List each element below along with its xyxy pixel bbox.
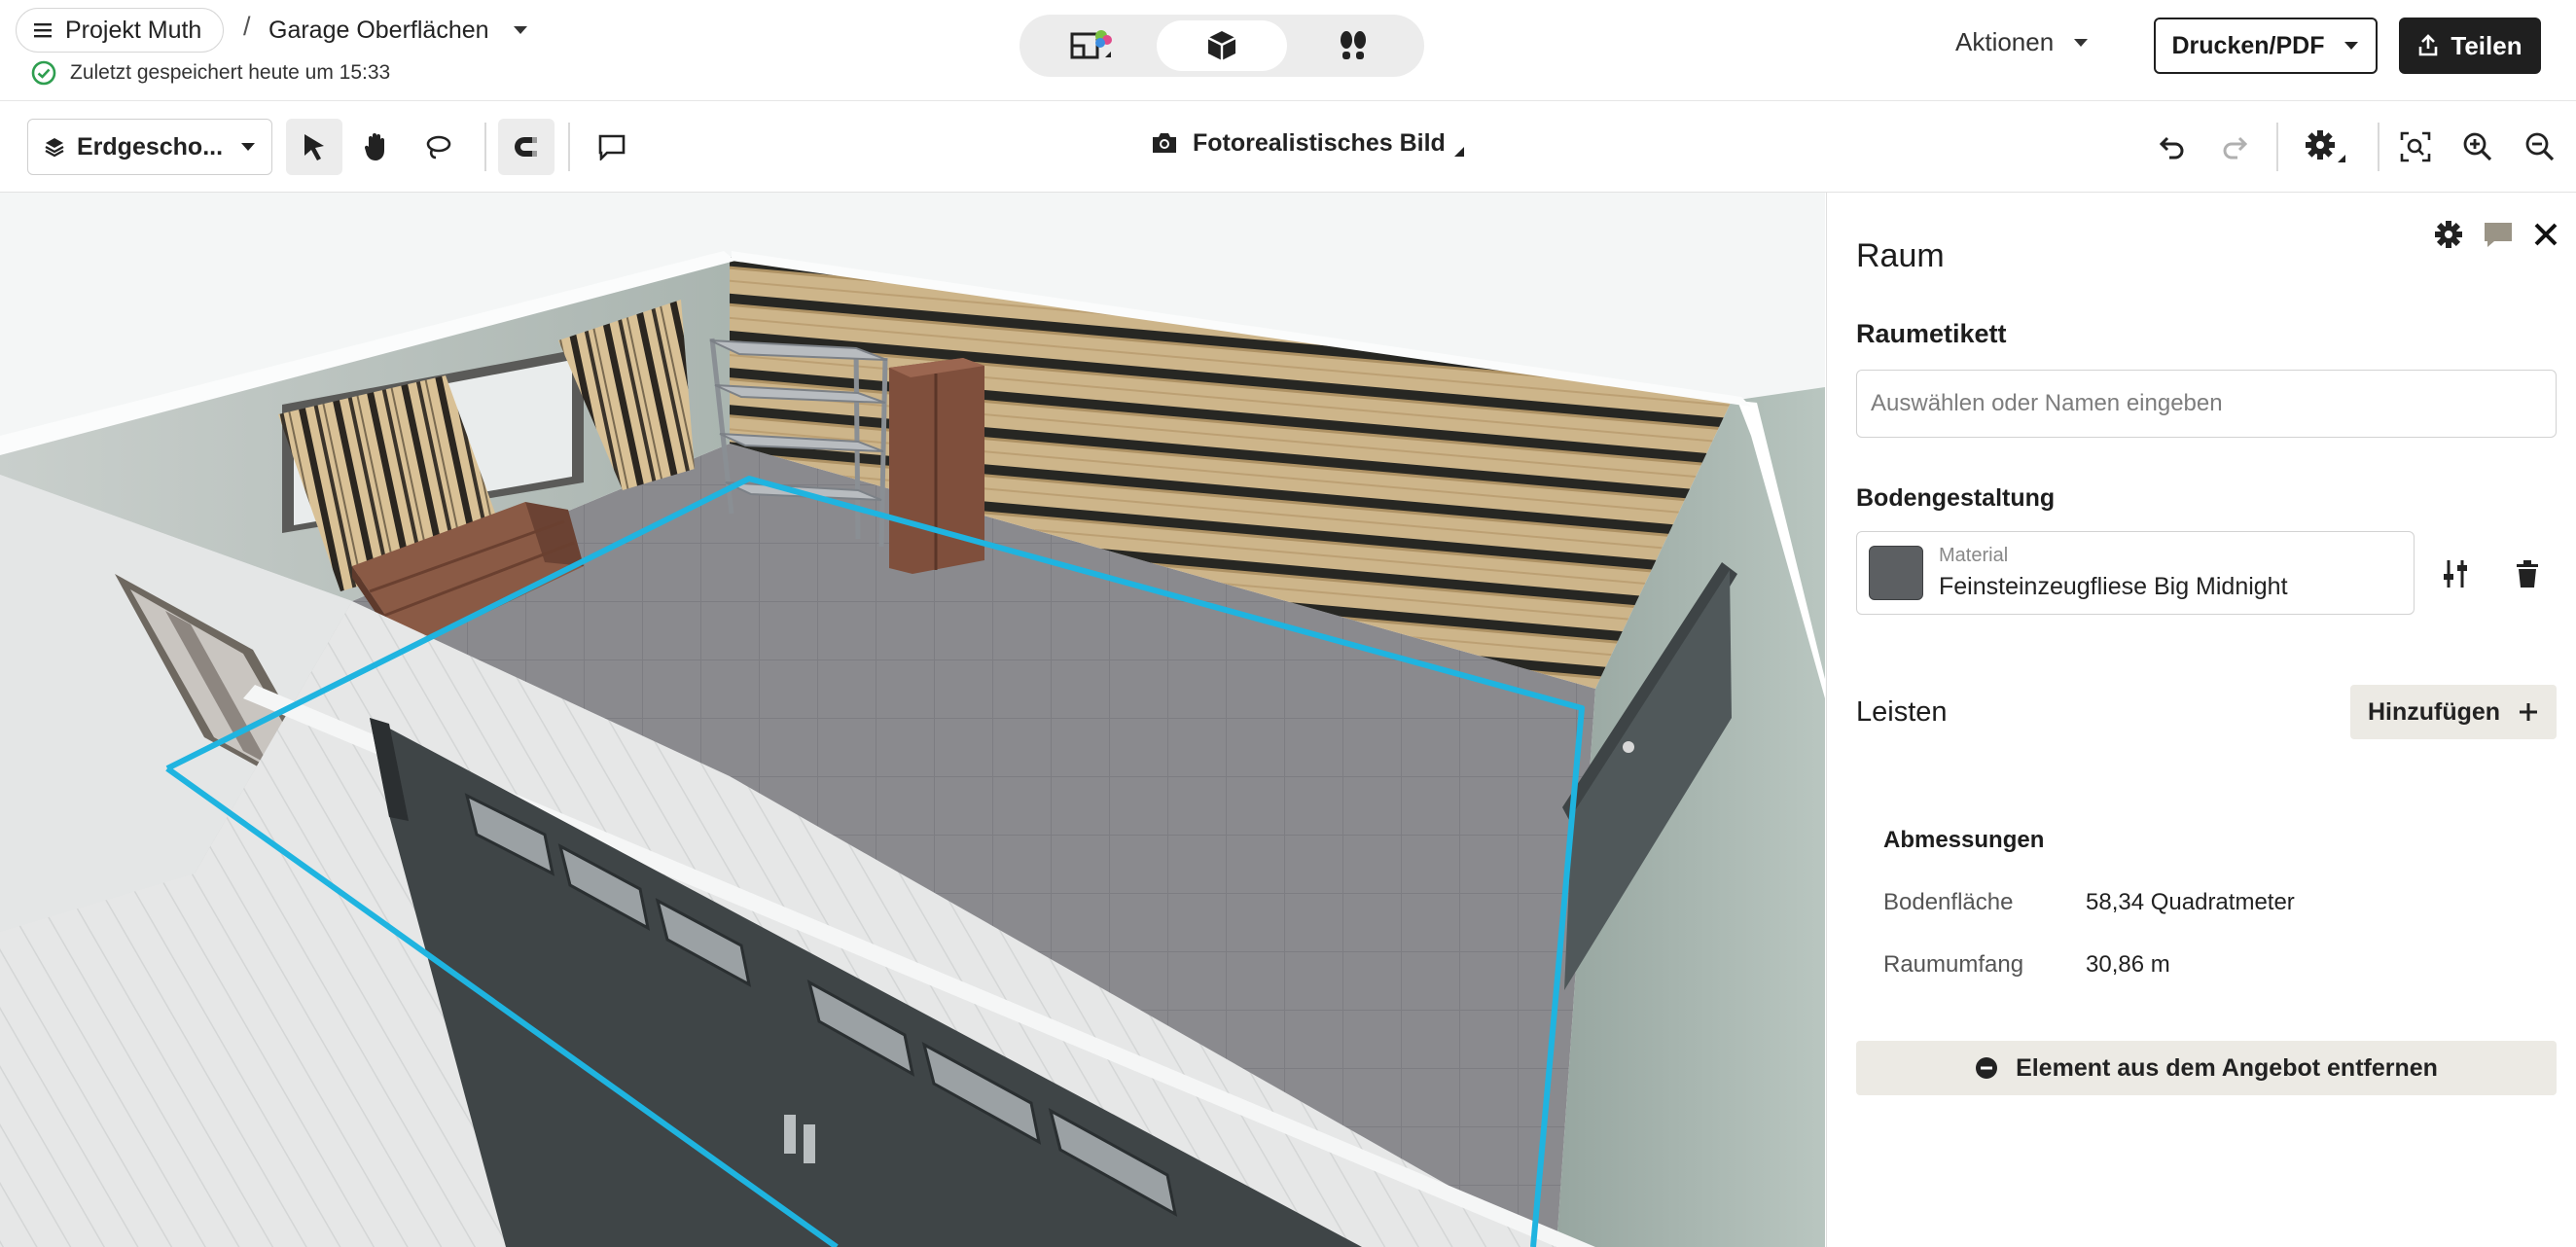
select-tool[interactable] <box>286 119 342 175</box>
material-swatch <box>1869 546 1923 600</box>
dimension-key: Bodenfläche <box>1883 889 2014 915</box>
material-value: Feinsteinzeugfliese Big Midnight <box>1939 573 2288 600</box>
comment-icon <box>598 134 626 160</box>
remove-from-quote-button[interactable]: Element aus dem Angebot entfernen <box>1856 1041 2557 1095</box>
settings-gear-icon[interactable] <box>2434 220 2463 249</box>
3d-box-icon <box>1207 31 1236 60</box>
view-walkthrough-button[interactable] <box>1287 20 1418 71</box>
toolbar-divider <box>2378 123 2379 171</box>
print-pdf-button[interactable]: Drucken/PDF <box>2154 18 2378 74</box>
dimension-value: 58,34 Quadratmeter <box>2086 889 2295 915</box>
snap-magnet-icon <box>515 137 537 157</box>
room-tag-heading: Raumetikett <box>1856 319 2007 348</box>
chevron-down-icon <box>2344 42 2359 50</box>
top-header: Projekt Muth / Garage Oberflächen Zuletz… <box>0 0 2576 101</box>
zoom-out-button[interactable] <box>2516 123 2564 171</box>
photorealistic-image-button[interactable]: Fotorealistisches Bild <box>1150 128 1465 158</box>
trash-icon <box>2517 560 2538 588</box>
plan-name: Garage Oberflächen <box>268 16 489 44</box>
remove-from-quote-label: Element aus dem Angebot entfernen <box>2016 1053 2438 1082</box>
breadcrumb-separator: / <box>243 12 251 41</box>
editor-toolbar: Erdgescho... Fotorealistisches Bild <box>0 101 2576 193</box>
material-label: Material <box>1939 545 2009 566</box>
share-button[interactable]: Teilen <box>2399 18 2541 74</box>
add-label: Hinzufügen <box>2367 697 2501 726</box>
pan-hand-icon <box>364 133 384 160</box>
plan-name-dropdown[interactable]: Garage Oberflächen <box>268 8 528 53</box>
toolbar-divider <box>568 123 570 171</box>
dimensions-heading: Abmessungen <box>1883 827 2045 853</box>
close-icon[interactable] <box>2533 222 2558 247</box>
corner-arrow-icon <box>1453 147 1464 157</box>
room-properties-panel: Raum Raumetikett Bodengestaltung Materia… <box>1826 193 2576 1247</box>
floor-design-heading: Bodengestaltung <box>1856 484 2056 512</box>
share-label: Teilen <box>2451 30 2522 60</box>
view-mode-switch <box>1020 15 1424 77</box>
pan-tool[interactable] <box>348 119 405 175</box>
redo-icon <box>2223 136 2248 160</box>
material-text: Material Feinsteinzeugfliese Big Midnigh… <box>1939 545 2288 601</box>
print-pdf-label: Drucken/PDF <box>2171 31 2325 59</box>
toolbar-divider <box>484 123 486 171</box>
hamburger-icon <box>34 23 52 38</box>
settings-gear-icon <box>2306 130 2345 162</box>
zoom-in-icon <box>2463 132 2492 161</box>
camera-icon <box>1153 133 1176 153</box>
dimension-key: Raumumfang <box>1883 951 2024 978</box>
sliders-icon <box>2444 560 2467 588</box>
share-upload-icon <box>2419 34 2438 56</box>
orbit-lasso-icon <box>426 135 451 160</box>
floorplan-2d-icon <box>1070 30 1113 59</box>
material-delete-button[interactable] <box>2506 552 2549 595</box>
save-status-text: Zuletzt gespeichert heute um 15:33 <box>70 61 391 84</box>
toolbar-divider <box>2276 123 2278 171</box>
dimension-row-floor-area: Bodenfläche 58,34 Quadratmeter <box>1883 889 2295 916</box>
view-2d-button[interactable] <box>1025 20 1157 71</box>
add-skirting-button[interactable]: Hinzufügen <box>2350 685 2557 739</box>
project-name: Projekt Muth <box>65 16 202 44</box>
floor-material-selector[interactable]: Material Feinsteinzeugfliese Big Midnigh… <box>1856 531 2415 615</box>
app-root: Projekt Muth / Garage Oberflächen Zuletz… <box>0 0 2576 1247</box>
chevron-down-icon <box>241 143 255 151</box>
comment-tool[interactable] <box>584 119 640 175</box>
view-3d-button[interactable] <box>1156 20 1288 71</box>
settings-button[interactable] <box>2302 123 2350 171</box>
comment-icon[interactable] <box>2483 220 2514 249</box>
check-circle-icon <box>31 60 56 86</box>
redo-button[interactable] <box>2210 123 2259 171</box>
3d-viewport-canvas[interactable] <box>0 193 1825 1247</box>
minus-circle-icon <box>1976 1057 1998 1079</box>
actions-label: Aktionen <box>1955 27 2055 56</box>
photorealistic-image-label: Fotorealistisches Bild <box>1193 128 1446 157</box>
layers-icon <box>45 138 64 158</box>
project-menu-button[interactable]: Projekt Muth <box>16 8 225 53</box>
zoom-fit-icon <box>2400 131 2431 162</box>
zoom-in-button[interactable] <box>2453 123 2502 171</box>
3d-garage-scene <box>0 193 1825 1247</box>
material-adjust-button[interactable] <box>2434 552 2477 595</box>
chevron-down-icon <box>513 26 527 34</box>
floor-selector[interactable]: Erdgescho... <box>27 119 272 175</box>
orbit-tool[interactable] <box>411 119 467 175</box>
undo-button[interactable] <box>2148 123 2197 171</box>
room-tag-input[interactable] <box>1856 370 2557 438</box>
dimension-value: 30,86 m <box>2086 951 2170 978</box>
snap-tool[interactable] <box>498 119 555 175</box>
dimension-row-perimeter: Raumumfang 30,86 m <box>1883 951 2170 979</box>
floor-label: Erdgescho... <box>77 132 224 160</box>
zoom-fit-button[interactable] <box>2391 123 2440 171</box>
save-status: Zuletzt gespeichert heute um 15:33 <box>31 60 390 86</box>
actions-dropdown[interactable]: Aktionen <box>1955 27 2089 57</box>
undo-icon <box>2159 136 2184 160</box>
skirting-heading: Leisten <box>1856 696 1948 728</box>
select-pointer-icon <box>304 134 324 160</box>
zoom-out-icon <box>2525 132 2555 161</box>
walkthrough-footsteps-icon <box>1340 31 1366 59</box>
panel-header-actions <box>2434 220 2558 249</box>
chevron-down-icon <box>2074 38 2089 47</box>
panel-title: Raum <box>1856 237 1945 274</box>
plus-icon <box>2520 703 2538 721</box>
